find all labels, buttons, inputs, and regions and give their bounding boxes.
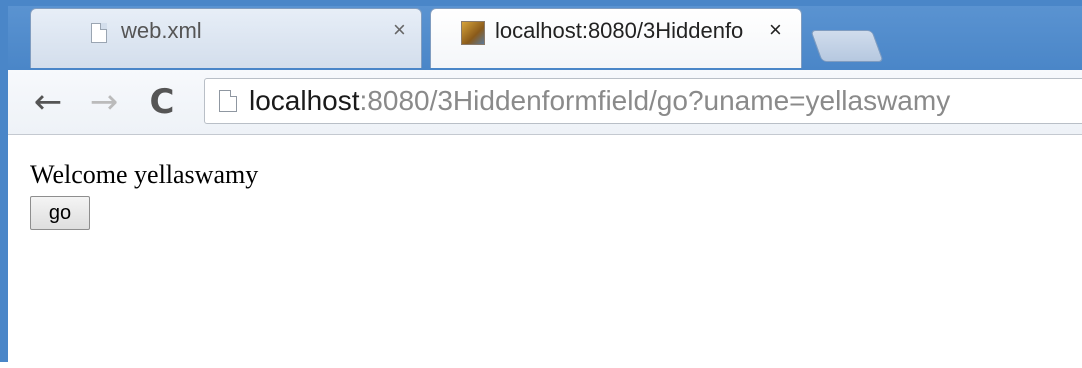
tab-title: localhost:8080/3Hiddenfo — [495, 18, 744, 43]
address-bar[interactable]: localhost:8080/3Hiddenformfield/go?uname… — [204, 78, 1082, 124]
browser-window: web.xml × localhost:8080/3Hiddenfo × ← →… — [0, 0, 1082, 368]
page-content: Welcome yellaswamy go — [8, 136, 1082, 368]
url-host: localhost — [249, 85, 360, 116]
forward-arrow-icon[interactable]: → — [84, 82, 124, 122]
tomcat-favicon-icon — [461, 21, 485, 45]
tab-web-xml[interactable]: web.xml × — [30, 8, 422, 68]
url-path: :8080/3Hiddenformfield/go?uname=yellaswa… — [359, 85, 951, 116]
reload-icon[interactable]: C — [142, 82, 182, 122]
page-icon — [91, 23, 107, 43]
tab-localhost[interactable]: localhost:8080/3Hiddenfo × — [430, 8, 802, 68]
back-arrow-icon[interactable]: ← — [28, 82, 68, 122]
close-icon[interactable]: × — [393, 17, 406, 43]
page-icon — [219, 90, 237, 112]
new-tab-button[interactable] — [810, 30, 884, 62]
welcome-message: Welcome yellaswamy — [30, 160, 259, 189]
url-text[interactable]: localhost:8080/3Hiddenformfield/go?uname… — [249, 85, 950, 117]
tab-strip: web.xml × localhost:8080/3Hiddenfo × — [8, 6, 1082, 70]
browser-toolbar: ← → C localhost:8080/3Hiddenformfield/go… — [8, 70, 1082, 135]
close-icon[interactable]: × — [769, 17, 782, 43]
tab-title: web.xml — [121, 18, 202, 43]
go-button[interactable]: go — [30, 196, 90, 230]
